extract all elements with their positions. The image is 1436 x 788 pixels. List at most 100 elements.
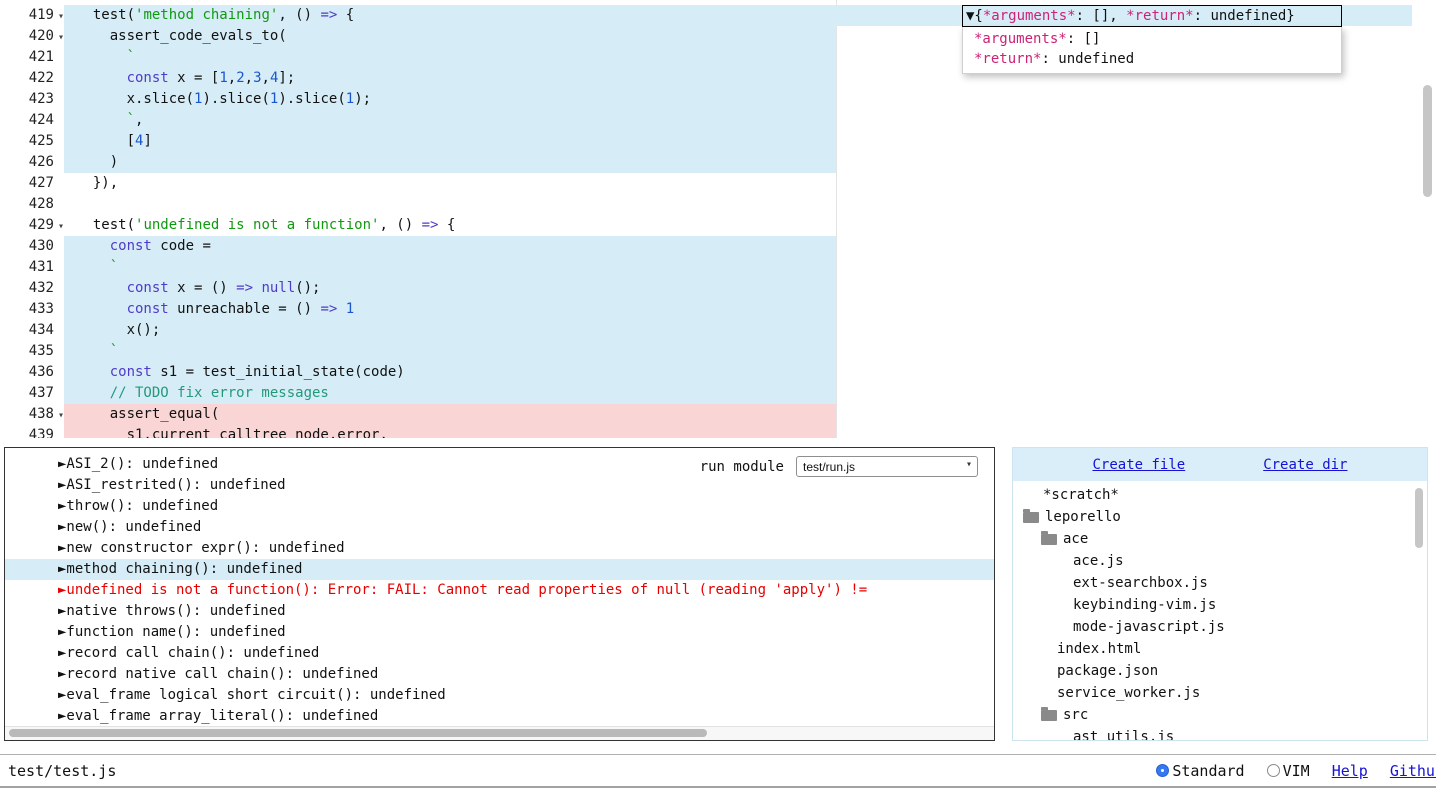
token: const: [110, 238, 152, 254]
run-module-select-wrap: test/run.js: [796, 456, 978, 477]
code-line[interactable]: 423 x.slice(1).slice(1).slice(1);: [0, 89, 1436, 110]
tree-file-item[interactable]: ace.js: [1013, 550, 1427, 572]
token: null: [261, 280, 295, 296]
file-name: *scratch*: [1043, 484, 1119, 506]
test-result-item[interactable]: ►throw(): undefined: [5, 496, 994, 517]
token: x = (): [169, 280, 236, 296]
token: assert_code_evals_to(: [76, 28, 287, 44]
test-result-item[interactable]: ►eval_frame array_literal(): undefined: [5, 706, 994, 727]
create-dir-button[interactable]: Create dir: [1263, 457, 1347, 473]
keybinding-label: VIM: [1283, 762, 1310, 780]
code-line[interactable]: 434 x();: [0, 320, 1436, 341]
test-result-item[interactable]: ►native throws(): undefined: [5, 601, 994, 622]
test-result-item[interactable]: ►record native call chain(): undefined: [5, 664, 994, 685]
code-line[interactable]: 426 ): [0, 152, 1436, 173]
line-number: 419: [0, 5, 54, 26]
code-line[interactable]: 439 s1.current_calltree_node.error,: [0, 425, 1436, 438]
line-number: 431: [0, 257, 54, 278]
test-result-item[interactable]: ►function name(): undefined: [5, 622, 994, 643]
test-result-item[interactable]: ►ASI_restrited(): undefined: [5, 475, 994, 496]
code-line[interactable]: 425 [4]: [0, 131, 1436, 152]
fold-marker-icon[interactable]: ▾: [55, 405, 67, 426]
tree-folder-item[interactable]: src: [1013, 704, 1427, 726]
files-vertical-scrollbar[interactable]: [1415, 484, 1424, 740]
token: const: [127, 301, 169, 317]
token: *return*: [974, 51, 1041, 67]
fold-marker-icon[interactable]: ▾: [55, 27, 67, 48]
code-text: `: [76, 47, 135, 68]
code-line[interactable]: 424 `,: [0, 110, 1436, 131]
code-editor[interactable]: 419▾ test('method chaining', () => {420▾…: [0, 0, 1436, 438]
token: ): [76, 154, 118, 170]
code-line[interactable]: 435 `: [0, 341, 1436, 362]
editor-vertical-scrollbar[interactable]: [1423, 0, 1433, 438]
folder-icon: [1023, 512, 1039, 523]
results-horizontal-scrollbar-thumb[interactable]: [9, 729, 707, 737]
token: [76, 301, 127, 317]
file-name: package.json: [1057, 660, 1158, 682]
token: ).slice(: [202, 91, 269, 107]
fold-marker-icon[interactable]: ▾: [55, 6, 67, 27]
line-number: 435: [0, 341, 54, 362]
tree-file-item[interactable]: package.json: [1013, 660, 1427, 682]
file-name: index.html: [1057, 638, 1141, 660]
test-result-item[interactable]: ►new constructor expr(): undefined: [5, 538, 994, 559]
current-file-label: test/test.js: [8, 762, 116, 780]
token: `: [110, 343, 118, 359]
tree-file-item[interactable]: mode-javascript.js: [1013, 616, 1427, 638]
test-result-item[interactable]: ►record call chain(): undefined: [5, 643, 994, 664]
file-name: ast_utils.js: [1073, 726, 1174, 741]
fold-marker-icon[interactable]: ▾: [55, 216, 67, 237]
line-number: 439: [0, 425, 54, 438]
radio-standard-selected[interactable]: [1156, 764, 1169, 777]
code-line[interactable]: 437 // TODO fix error messages: [0, 383, 1436, 404]
code-line[interactable]: 433 const unreachable = () => 1: [0, 299, 1436, 320]
file-name: src: [1063, 704, 1088, 726]
run-module-select[interactable]: test/run.js: [796, 456, 978, 477]
code-line[interactable]: 438▾ assert_equal(: [0, 404, 1436, 425]
tree-file-item[interactable]: ast_utils.js: [1013, 726, 1427, 741]
results-horizontal-scrollbar[interactable]: [5, 726, 994, 740]
code-line[interactable]: 430 const code =: [0, 236, 1436, 257]
files-vertical-scrollbar-thumb[interactable]: [1415, 488, 1423, 548]
code-line[interactable]: 436 const s1 = test_initial_state(code): [0, 362, 1436, 383]
token: =>: [320, 301, 337, 317]
tooltip-entry[interactable]: *return*: undefined: [974, 49, 1330, 69]
code-line[interactable]: 428: [0, 194, 1436, 215]
tree-file-item[interactable]: service_worker.js: [1013, 682, 1427, 704]
github-link[interactable]: Github: [1390, 762, 1436, 780]
line-number: 427: [0, 173, 54, 194]
line-highlight: [64, 131, 836, 152]
tree-folder-item[interactable]: ace: [1013, 528, 1427, 550]
code-text: test('undefined is not a function', () =…: [76, 215, 455, 236]
token: =>: [422, 217, 439, 233]
test-result-item[interactable]: ►eval_frame logical short circuit(): und…: [5, 685, 994, 706]
code-text: }),: [76, 173, 118, 194]
code-line[interactable]: 427 }),: [0, 173, 1436, 194]
tree-file-item[interactable]: ext-searchbox.js: [1013, 572, 1427, 594]
radio-vim[interactable]: [1267, 764, 1280, 777]
line-highlight: [64, 257, 836, 278]
code-text: `: [76, 257, 118, 278]
help-link[interactable]: Help: [1332, 762, 1368, 780]
token: ,: [228, 70, 236, 86]
tree-file-item[interactable]: index.html: [1013, 638, 1427, 660]
tree-file-item[interactable]: *scratch*: [1013, 484, 1427, 506]
test-result-item[interactable]: ►undefined is not a function(): Error: F…: [5, 580, 994, 601]
keybinding-option-vim[interactable]: VIM: [1267, 762, 1310, 780]
editor-vertical-scrollbar-thumb[interactable]: [1423, 85, 1432, 197]
test-result-item[interactable]: ►new(): undefined: [5, 517, 994, 538]
tooltip-entry[interactable]: *arguments*: []: [974, 29, 1330, 49]
tree-file-item[interactable]: keybinding-vim.js: [1013, 594, 1427, 616]
code-line[interactable]: 429▾ test('undefined is not a function',…: [0, 215, 1436, 236]
code-line[interactable]: 431 `: [0, 257, 1436, 278]
token: 'method chaining': [135, 7, 278, 23]
results-list: ►ASI_2(): undefined►ASI_restrited(): und…: [5, 454, 994, 727]
tree-folder-item[interactable]: leporello: [1013, 506, 1427, 528]
tooltip-header[interactable]: ▼{*arguments*: [], *return*: undefined}: [962, 5, 1342, 27]
keybinding-option-standard[interactable]: Standard: [1156, 762, 1244, 780]
test-result-item[interactable]: ►method chaining(): undefined: [5, 559, 994, 580]
token: {: [337, 7, 354, 23]
create-file-button[interactable]: Create file: [1092, 457, 1185, 473]
code-line[interactable]: 432 const x = () => null();: [0, 278, 1436, 299]
